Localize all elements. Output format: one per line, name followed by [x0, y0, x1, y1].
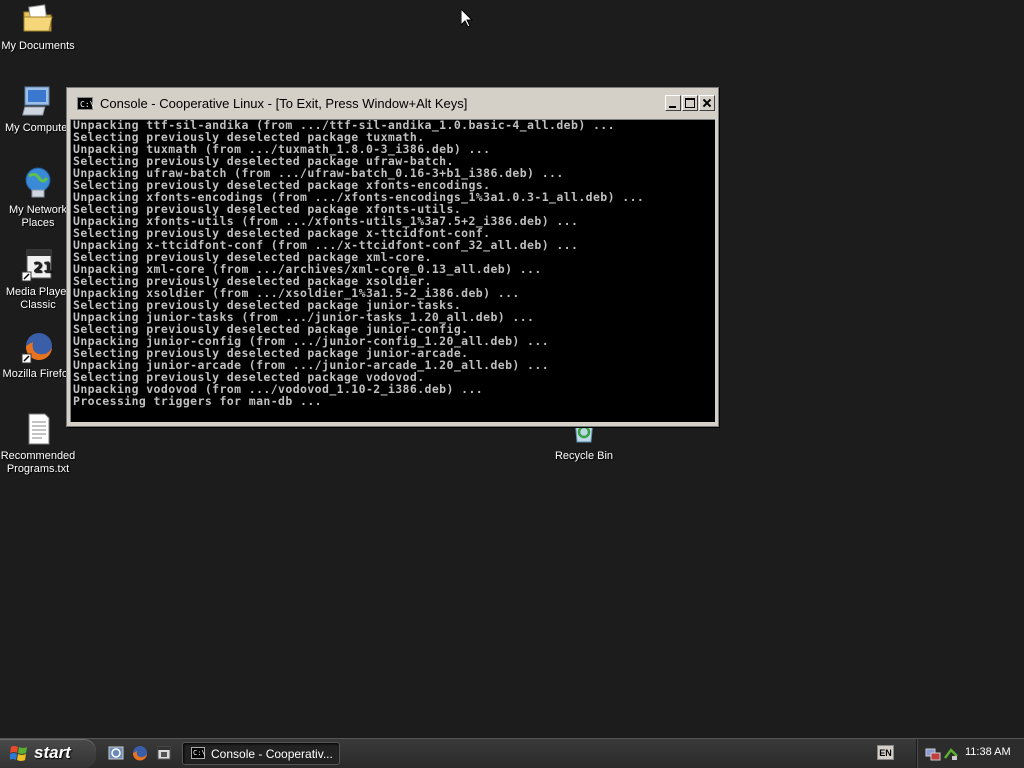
firefox-icon — [21, 330, 55, 364]
taskbar: start C:\ Console - Cooperativ... EN 11:… — [0, 738, 1024, 768]
desktop-icon-label: Recommended Programs.txt — [0, 450, 76, 475]
my-computer-icon — [21, 84, 55, 118]
media-player-icon[interactable] — [156, 745, 172, 761]
taskbar-button-console[interactable]: C:\ Console - Cooperativ... — [182, 742, 340, 765]
media-player-icon: 21 — [21, 248, 55, 282]
console-output: Unpacking ttf-sil-andika (from .../ttf-s… — [73, 120, 644, 408]
console-line: Processing triggers for man-db ... — [73, 394, 323, 408]
language-indicator[interactable]: EN — [877, 745, 894, 760]
console-icon: C:\ — [191, 747, 206, 759]
console-window-icon[interactable]: C:\ — [77, 97, 94, 110]
svg-text:21: 21 — [33, 260, 52, 276]
clock[interactable]: 11:38 AM — [965, 746, 1011, 758]
start-button[interactable]: start — [0, 739, 96, 768]
close-button[interactable] — [699, 95, 715, 111]
maximize-button[interactable] — [682, 95, 698, 111]
desktop-icon-label: My Documents — [1, 40, 75, 52]
console-output-area[interactable]: Unpacking ttf-sil-andika (from .../ttf-s… — [70, 119, 715, 422]
desktop-icon-label: Recycle Bin — [554, 450, 614, 462]
taskbar-button-label: Console - Cooperativ... — [211, 747, 333, 761]
mouse-pointer-icon — [461, 9, 473, 28]
ie-icon[interactable] — [108, 745, 124, 761]
text-file-icon — [21, 412, 55, 446]
minimize-button[interactable] — [665, 95, 681, 111]
firefox-icon[interactable] — [132, 745, 148, 761]
desktop: My Documents My Computer My Network Plac… — [0, 0, 1024, 738]
safely-remove-hardware-icon[interactable] — [943, 746, 959, 762]
console-titlebar[interactable]: C:\ Console - Cooperative Linux - [To Ex… — [70, 91, 715, 117]
my-documents-icon — [21, 2, 55, 36]
console-window[interactable]: C:\ Console - Cooperative Linux - [To Ex… — [66, 87, 719, 427]
system-tray: 11:38 AM — [916, 739, 1024, 768]
desktop-icon-my-documents[interactable]: My Documents — [0, 2, 78, 53]
console-title: Console - Cooperative Linux - [To Exit, … — [100, 96, 468, 111]
network-status-icon[interactable] — [925, 746, 941, 762]
windows-logo-icon — [10, 746, 27, 761]
network-places-icon — [21, 166, 55, 200]
start-label: start — [34, 743, 71, 762]
